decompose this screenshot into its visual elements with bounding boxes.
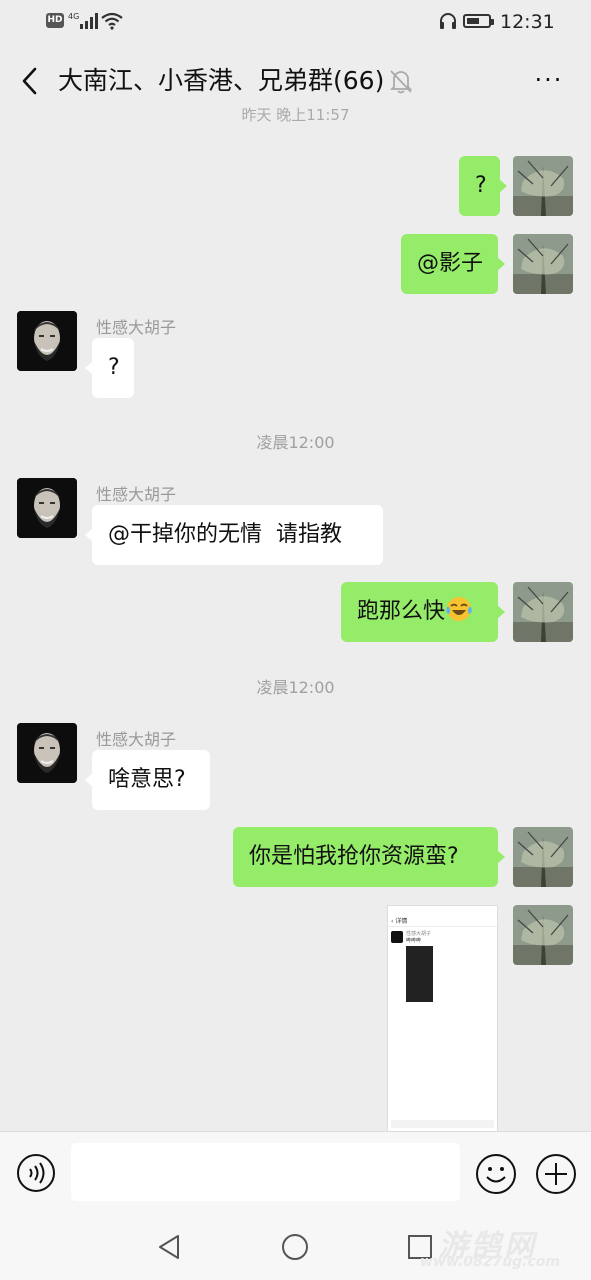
time-label: 凌晨12:00: [256, 433, 335, 452]
my-avatar[interactable]: [513, 905, 573, 965]
bearded-man-avatar-image: [17, 723, 77, 783]
contact-avatar[interactable]: [17, 478, 77, 538]
thumb-inputbar: [391, 1120, 494, 1128]
my-avatar[interactable]: [513, 156, 573, 216]
message-bubble-sent[interactable]: 你是怕我抢你资源蛮?: [233, 827, 498, 887]
tree-avatar-image: [513, 827, 573, 887]
message-bubble-sent[interactable]: @影子: [401, 234, 498, 294]
headphone-icon: [440, 13, 456, 29]
bubble-tail: [499, 179, 507, 193]
message-bubble-received[interactable]: ?: [92, 338, 134, 398]
message-text: 跑那么快: [357, 599, 446, 624]
battery-icon: [463, 14, 494, 28]
my-avatar[interactable]: [513, 234, 573, 294]
time-label-partial: 昨天 晚上11:57: [241, 106, 350, 122]
sender-name: 性感大胡子: [96, 485, 177, 504]
thumb-header: ‹ 详情: [391, 918, 408, 925]
tree-avatar-image: [513, 905, 573, 965]
more-options-button[interactable]: ···: [532, 66, 566, 96]
message-bubble-sent[interactable]: ?: [459, 156, 500, 216]
thumb-divider: [388, 926, 497, 927]
thumb-inner-image: [406, 946, 433, 1002]
network-label: 4G: [68, 12, 80, 21]
bubble-tail: [497, 850, 505, 864]
bearded-man-avatar-image: [17, 311, 77, 371]
mute-bell-icon: [389, 70, 413, 94]
status-time: 12:31: [500, 11, 555, 33]
bubble-tail: [497, 257, 505, 271]
tree-avatar-image: [513, 234, 573, 294]
my-avatar[interactable]: [513, 582, 573, 642]
thumb-header-title: 详情: [395, 918, 408, 925]
sender-name: 性感大胡子: [96, 318, 177, 337]
tree-avatar-image: [513, 156, 573, 216]
time-label: 凌晨12:00: [256, 678, 335, 697]
thumb-sender: 性感大胡子: [406, 931, 432, 937]
plus-icon[interactable]: [535, 1153, 577, 1195]
message-input[interactable]: [71, 1143, 460, 1201]
back-icon[interactable]: [18, 64, 42, 98]
bubble-tail: [497, 605, 505, 619]
emoji-icon[interactable]: [475, 1153, 517, 1195]
message-bubble-received[interactable]: 啥意思?: [92, 750, 210, 810]
watermark-url: www.0827ug.com: [420, 1254, 560, 1270]
my-avatar[interactable]: [513, 827, 573, 887]
message-bubble-received[interactable]: @干掉你的无情 请指教: [92, 505, 383, 565]
thumb-avatar: [391, 931, 403, 943]
contact-avatar[interactable]: [17, 311, 77, 371]
screenshot-image-message[interactable]: ‹ 详情 性感大胡子 哔哔哔: [387, 905, 498, 1133]
nav-home-icon[interactable]: [281, 1233, 309, 1261]
tears-of-joy-emoji-icon: [446, 597, 472, 621]
nav-back-icon[interactable]: [156, 1233, 182, 1261]
wifi-icon: [101, 12, 123, 30]
voice-input-icon[interactable]: [16, 1153, 56, 1193]
tree-avatar-image: [513, 582, 573, 642]
thumb-text: 哔哔哔: [406, 938, 422, 944]
contact-avatar[interactable]: [17, 723, 77, 783]
hd-badge: HD: [46, 13, 64, 28]
chat-title: 大南江、小香港、兄弟群(66): [58, 66, 385, 95]
sender-name: 性感大胡子: [96, 730, 177, 749]
message-bubble-sent[interactable]: 跑那么快: [341, 582, 498, 642]
signal-icon: [80, 13, 98, 29]
bearded-man-avatar-image: [17, 478, 77, 538]
